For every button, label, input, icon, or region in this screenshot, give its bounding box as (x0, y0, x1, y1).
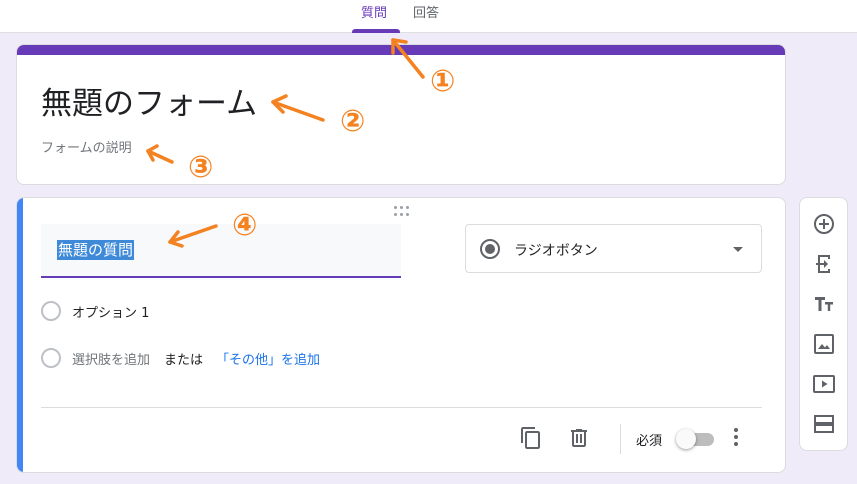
question-type-dropdown[interactable]: ラジオボタン (465, 224, 762, 273)
drag-handle-icon[interactable] (394, 206, 412, 216)
footer-divider (41, 407, 762, 408)
tab-responses[interactable]: 回答 (413, 6, 439, 33)
form-description-field[interactable]: フォームの説明 (41, 137, 132, 156)
annotation-1: ① (430, 64, 456, 99)
active-tab-indicator (352, 29, 400, 33)
question-title-text[interactable]: 無題の質問 (57, 240, 135, 260)
add-video-icon[interactable] (812, 372, 836, 396)
question-title-field[interactable]: 無題の質問 (41, 224, 401, 278)
more-options-icon[interactable] (733, 428, 739, 448)
required-toggle-thumb[interactable] (676, 429, 696, 449)
add-other-option-link[interactable]: 「その他」を追加 (216, 349, 320, 368)
footer-vertical-divider (620, 424, 621, 454)
question-type-label: ラジオボタン (514, 243, 598, 259)
annotation-4: ④ (232, 208, 258, 243)
import-questions-icon[interactable] (812, 252, 836, 276)
top-tab-bar: 質問 回答 (0, 0, 857, 33)
radio-button-icon (480, 239, 500, 259)
form-header-card: 無題のフォーム フォームの説明 (16, 44, 786, 185)
required-label: 必須 (636, 434, 663, 449)
add-section-icon[interactable] (812, 412, 836, 436)
add-option-radio-icon (41, 348, 61, 368)
option-radio-icon (41, 301, 61, 321)
form-title[interactable]: 無題のフォーム (41, 78, 257, 123)
header-accent-bar (17, 45, 785, 55)
annotation-3: ③ (188, 150, 214, 185)
dropdown-arrow-icon (733, 247, 743, 252)
add-option-link[interactable]: 選択肢を追加 (72, 349, 150, 368)
duplicate-icon[interactable] (519, 426, 543, 450)
question-card[interactable]: 無題の質問 ラジオボタン オプション 1 選択肢を追加 または 「その他」を追加… (16, 197, 786, 473)
delete-icon[interactable] (567, 426, 591, 450)
add-title-icon[interactable] (812, 292, 836, 316)
add-option-or-text: または (164, 353, 204, 368)
add-question-icon[interactable] (812, 212, 836, 236)
add-image-icon[interactable] (812, 332, 836, 356)
option-label[interactable]: オプション 1 (72, 302, 149, 321)
side-toolbar (799, 197, 848, 451)
annotation-2: ② (340, 104, 366, 139)
question-focus-accent (17, 198, 23, 472)
